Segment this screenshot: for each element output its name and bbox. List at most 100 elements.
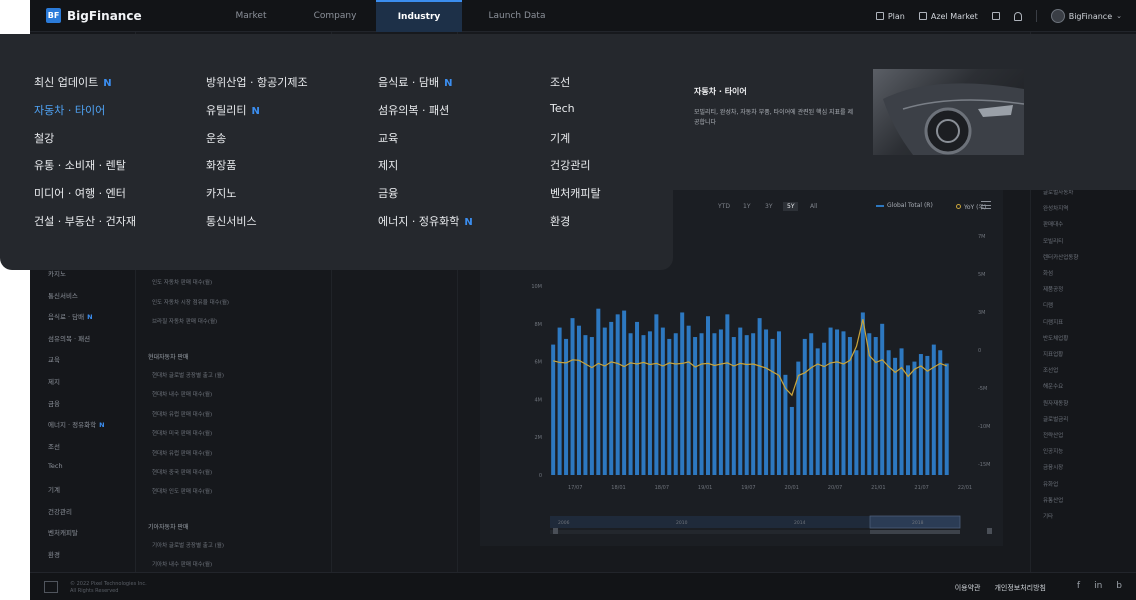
indicator-item[interactable]: 현대차 유럽 판매 대수(월) <box>152 449 212 457</box>
industry-link[interactable]: 지표업황 <box>1043 350 1063 358</box>
x-axis-tick: 20/01 <box>785 485 799 491</box>
sidebar-item[interactable]: 건강관리 <box>48 506 72 516</box>
tab-market[interactable]: Market <box>206 0 296 32</box>
indicator-item[interactable]: 현대차 중국 판매 대수(월) <box>152 468 212 476</box>
industry-menu-item[interactable]: 금융 <box>378 185 398 201</box>
y-axis-left-tick: 6M <box>535 360 543 366</box>
indicator-item[interactable]: 기아차 내수 판매 대수(월) <box>152 560 212 568</box>
chart-bar <box>738 327 743 475</box>
industry-menu-item[interactable]: Tech <box>550 102 575 115</box>
sidebar-item[interactable]: 교육 <box>48 354 60 364</box>
industry-menu-item[interactable]: 에너지 · 정유화학 N <box>378 213 473 229</box>
scroll-right-handle[interactable] <box>987 528 992 534</box>
industry-menu-item[interactable]: 유통 · 소비재 · 렌탈 <box>34 157 126 173</box>
industry-link[interactable]: 해운수요 <box>1043 382 1063 390</box>
indicator-item[interactable]: 인도 자동차 판매 대수(월) <box>152 278 212 286</box>
sidebar-item[interactable]: 조선 <box>48 441 60 451</box>
mail-icon <box>991 12 1000 20</box>
chart-bar <box>667 338 672 475</box>
chart-bar <box>731 337 736 475</box>
industry-menu-item[interactable]: 자동차 · 타이어 <box>34 102 105 118</box>
footer-link[interactable]: 개인정보처리방침 <box>994 583 1046 593</box>
footer-legal-text <box>218 581 638 595</box>
y-axis-left-tick: 0 <box>539 473 542 479</box>
industry-menu-item[interactable]: 조선 <box>550 74 570 90</box>
tab-launch-data[interactable]: Launch Data <box>462 0 572 32</box>
sidebar-item[interactable]: 벤처캐피탈 <box>48 527 78 537</box>
industry-link[interactable]: 기타 <box>1043 512 1053 520</box>
sidebar-item[interactable]: 음식료 · 담배 N <box>48 311 93 321</box>
industry-menu-item[interactable]: 화장품 <box>206 157 236 173</box>
indicator-item[interactable]: 현대차 내수 판매 대수(월) <box>152 390 212 398</box>
sidebar-item[interactable]: 환경 <box>48 549 60 559</box>
industry-menu-item[interactable]: 제지 <box>378 157 398 173</box>
industry-link[interactable]: 전략산업 <box>1043 431 1063 439</box>
industry-menu-item[interactable]: 벤처캐피탈 <box>550 185 601 201</box>
chart-bar <box>693 337 698 475</box>
industry-link[interactable]: 제품공정 <box>1043 285 1063 293</box>
sidebar-item[interactable]: 제지 <box>48 376 60 386</box>
sidebar-item[interactable]: 금융 <box>48 398 60 408</box>
sidebar-item[interactable]: 기계 <box>48 484 60 494</box>
industry-menu-item[interactable]: 최신 업데이트 N <box>34 74 112 90</box>
chart-bar <box>860 312 865 475</box>
industry-menu-item[interactable]: 교육 <box>378 130 398 146</box>
notification-button[interactable] <box>1013 11 1022 21</box>
industry-menu-item[interactable]: 운송 <box>206 130 226 146</box>
industry-link[interactable]: 조선업 <box>1043 366 1058 374</box>
mail-button[interactable] <box>991 12 1000 20</box>
navigator-scrollbar-thumb[interactable] <box>870 530 960 534</box>
industry-menu-item[interactable]: 건설 · 부동산 · 건자재 <box>34 213 136 229</box>
industry-link[interactable]: 디램지표 <box>1043 318 1063 326</box>
blog-icon[interactable]: b <box>1116 581 1122 591</box>
industry-link[interactable]: 금융시장 <box>1043 463 1063 471</box>
industry-menu-item[interactable]: 유틸리티 N <box>206 102 260 118</box>
industry-menu-item[interactable]: 미디어 · 여행 · 엔터 <box>34 185 126 201</box>
industry-menu-item[interactable]: 기계 <box>550 130 570 146</box>
industry-link[interactable]: 글로벌금리 <box>1043 415 1068 423</box>
user-menu[interactable]: BigFinance ⌄ <box>1050 9 1122 23</box>
plan-link[interactable]: Plan <box>875 12 905 21</box>
indicator-item[interactable]: 인도 자동차 시장 점유율 대수(월) <box>152 298 229 306</box>
industry-link[interactable]: 원자재동향 <box>1043 399 1068 407</box>
industry-menu-item[interactable]: 철강 <box>34 130 54 146</box>
chart-bar <box>873 337 878 475</box>
user-name: BigFinance <box>1068 11 1113 21</box>
industry-menu-item[interactable]: 음식료 · 담배 N <box>378 74 452 90</box>
sidebar-item[interactable]: Tech <box>48 462 63 470</box>
indicator-item[interactable]: 현대차 글로벌 공장별 출고 (월) <box>152 371 224 379</box>
indicator-item[interactable]: 현대차 인도 판매 대수(월) <box>152 487 212 495</box>
scroll-left-handle[interactable] <box>553 528 558 534</box>
logo[interactable]: BF BigFinance <box>46 8 142 23</box>
facebook-icon[interactable]: f <box>1077 581 1080 591</box>
industry-link[interactable]: 유화업 <box>1043 480 1058 488</box>
x-axis-tick: 18/01 <box>611 485 625 491</box>
industry-menu-item[interactable]: 환경 <box>550 213 570 229</box>
tab-company[interactable]: Company <box>290 0 380 32</box>
footer-link[interactable]: 이용약관 <box>955 583 981 593</box>
industry-menu-label: 환경 <box>550 215 571 228</box>
industry-menu-item[interactable]: 섬유의복 · 패션 <box>378 102 449 118</box>
sidebar-item[interactable]: 섬유의복 · 패션 <box>48 333 90 343</box>
indicator-item[interactable]: 현대차 미국 판매 대수(월) <box>152 429 212 437</box>
industry-menu-item[interactable]: 방위산업 · 항공기제조 <box>206 74 308 90</box>
industry-link[interactable]: 인공지능 <box>1043 447 1063 455</box>
indicator-item[interactable]: 현대차 유럽 판매 대수(월) <box>152 410 212 418</box>
sidebar-item-label: 음식료 · 담배 <box>48 313 85 322</box>
chart-bar <box>564 338 569 475</box>
industry-menu-label: 건강관리 <box>550 159 591 173</box>
industry-menu-item[interactable]: 건강관리 <box>550 157 590 173</box>
tab-industry[interactable]: Industry <box>376 0 462 32</box>
indicator-item[interactable]: 브라질 자동차 판매 대수(월) <box>152 317 217 325</box>
industry-link[interactable]: 반도체업황 <box>1043 334 1068 342</box>
sidebar-item[interactable]: 에너지 · 정유화학 N <box>48 419 105 429</box>
sidebar-item[interactable]: 통신서비스 <box>48 290 78 300</box>
industry-menu-item[interactable]: 통신서비스 <box>206 213 257 229</box>
linkedin-icon[interactable]: in <box>1094 581 1102 591</box>
industry-menu-item[interactable]: 카지노 <box>206 185 236 201</box>
industry-link[interactable]: 화섬 <box>1043 269 1053 277</box>
industry-link[interactable]: 유통산업 <box>1043 496 1063 504</box>
azel-market-link[interactable]: Azel Market <box>918 12 978 21</box>
industry-link[interactable]: 디램 <box>1043 301 1053 309</box>
indicator-item[interactable]: 기아차 글로벌 공장별 출고 (월) <box>152 541 224 549</box>
